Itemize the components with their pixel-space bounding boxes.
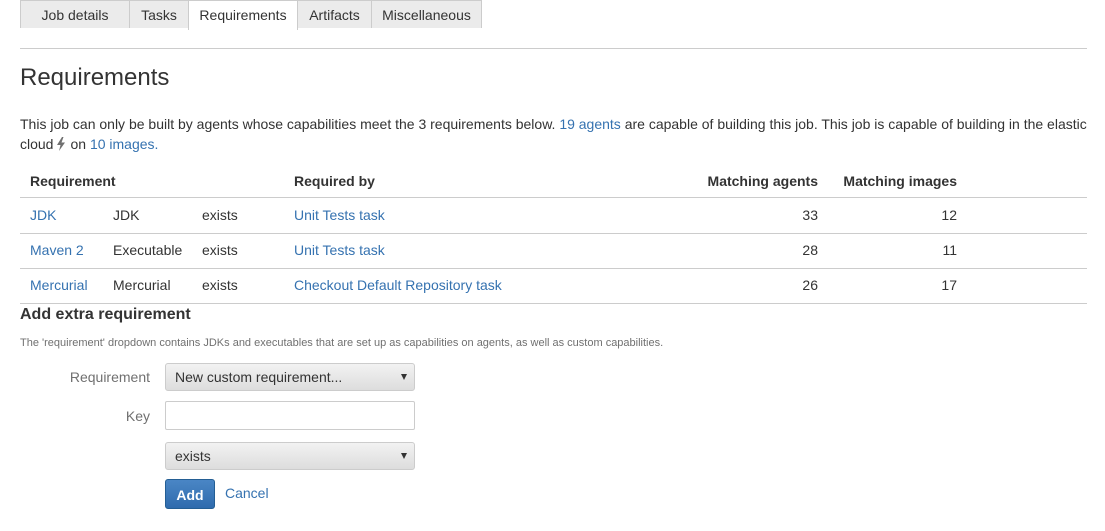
tab-artifacts[interactable]: Artifacts [297, 0, 372, 28]
matching-images-count: 12 [941, 207, 957, 223]
required-by-link[interactable]: Checkout Default Repository task [294, 268, 502, 302]
intro-text-3: on [70, 136, 87, 152]
match-type-select[interactable]: exists [165, 442, 415, 470]
header-required-by: Required by [294, 173, 375, 189]
requirement-link[interactable]: Maven 2 [30, 233, 84, 267]
requirements-intro: This job can only be built by agents who… [20, 114, 1090, 154]
matching-agents-count: 28 [802, 242, 818, 258]
requirement-key: JDK [113, 207, 140, 223]
table-row: Maven 2 Executable exists Unit Tests tas… [20, 233, 1087, 269]
header-requirement: Requirement [30, 173, 116, 189]
table-row: JDK JDK exists Unit Tests task 33 12 [20, 198, 1087, 234]
dropdown-caret-icon [401, 374, 407, 380]
header-matching-agents: Matching agents [707, 173, 818, 189]
intro-text-1: This job can only be built by agents who… [20, 116, 556, 132]
requirement-select-value: New custom requirement... [175, 369, 343, 385]
lightning-bolt-icon [57, 137, 66, 151]
requirement-label: Requirement [69, 369, 150, 385]
match-type-value: exists [175, 448, 211, 464]
tab-requirements[interactable]: Requirements [188, 0, 298, 30]
add-requirement-heading: Add extra requirement [20, 306, 191, 323]
matching-agents-count: 26 [802, 277, 818, 293]
images-link[interactable]: 10 images. [90, 136, 158, 152]
requirement-key: Executable [113, 242, 183, 258]
requirement-match: exists [202, 277, 238, 293]
add-requirement-help: The 'requirement' dropdown contains JDKs… [20, 337, 664, 349]
table-header: Requirement Required by Matching agents … [20, 164, 1087, 198]
page-title: Requirements [20, 64, 170, 91]
key-input[interactable] [165, 401, 415, 430]
requirement-match: exists [202, 207, 238, 223]
header-matching-images: Matching images [843, 173, 957, 189]
requirement-link[interactable]: Mercurial [30, 268, 88, 302]
tab-miscellaneous[interactable]: Miscellaneous [371, 0, 482, 28]
matching-agents-count: 33 [802, 207, 818, 223]
tab-tasks[interactable]: Tasks [129, 0, 189, 28]
table-row: Mercurial Mercurial exists Checkout Defa… [20, 268, 1087, 304]
matching-images-count: 17 [941, 277, 957, 293]
requirement-key: Mercurial [113, 277, 171, 293]
tab-job-details[interactable]: Job details [20, 0, 130, 28]
cancel-link[interactable]: Cancel [225, 485, 269, 501]
required-by-link[interactable]: Unit Tests task [294, 233, 385, 267]
agents-link[interactable]: 19 agents [559, 116, 621, 132]
requirement-match: exists [202, 242, 238, 258]
dropdown-caret-icon [401, 453, 407, 459]
required-by-link[interactable]: Unit Tests task [294, 198, 385, 232]
matching-images-count: 11 [942, 242, 957, 258]
key-label: Key [125, 408, 150, 424]
add-button[interactable]: Add [165, 479, 215, 509]
requirement-select[interactable]: New custom requirement... [165, 363, 415, 391]
requirement-link[interactable]: JDK [30, 198, 56, 232]
